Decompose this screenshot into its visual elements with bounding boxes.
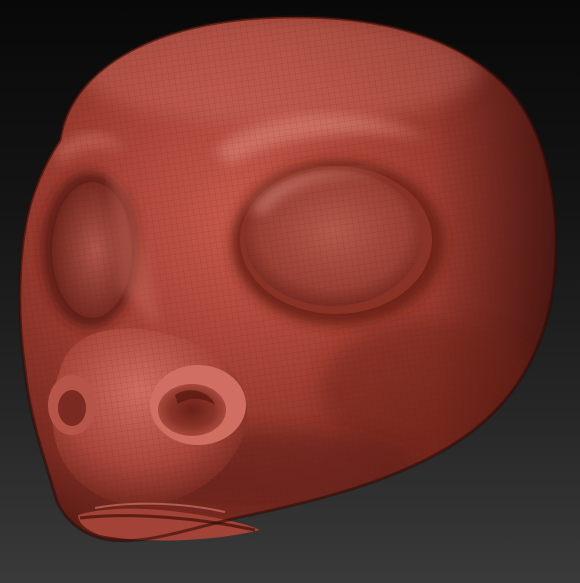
right-nostril — [150, 365, 246, 445]
left-nostril — [48, 375, 96, 435]
right-eye-socket — [232, 161, 444, 325]
sculpt-viewport[interactable] — [0, 0, 580, 583]
creature-head-model[interactable] — [0, 0, 580, 583]
